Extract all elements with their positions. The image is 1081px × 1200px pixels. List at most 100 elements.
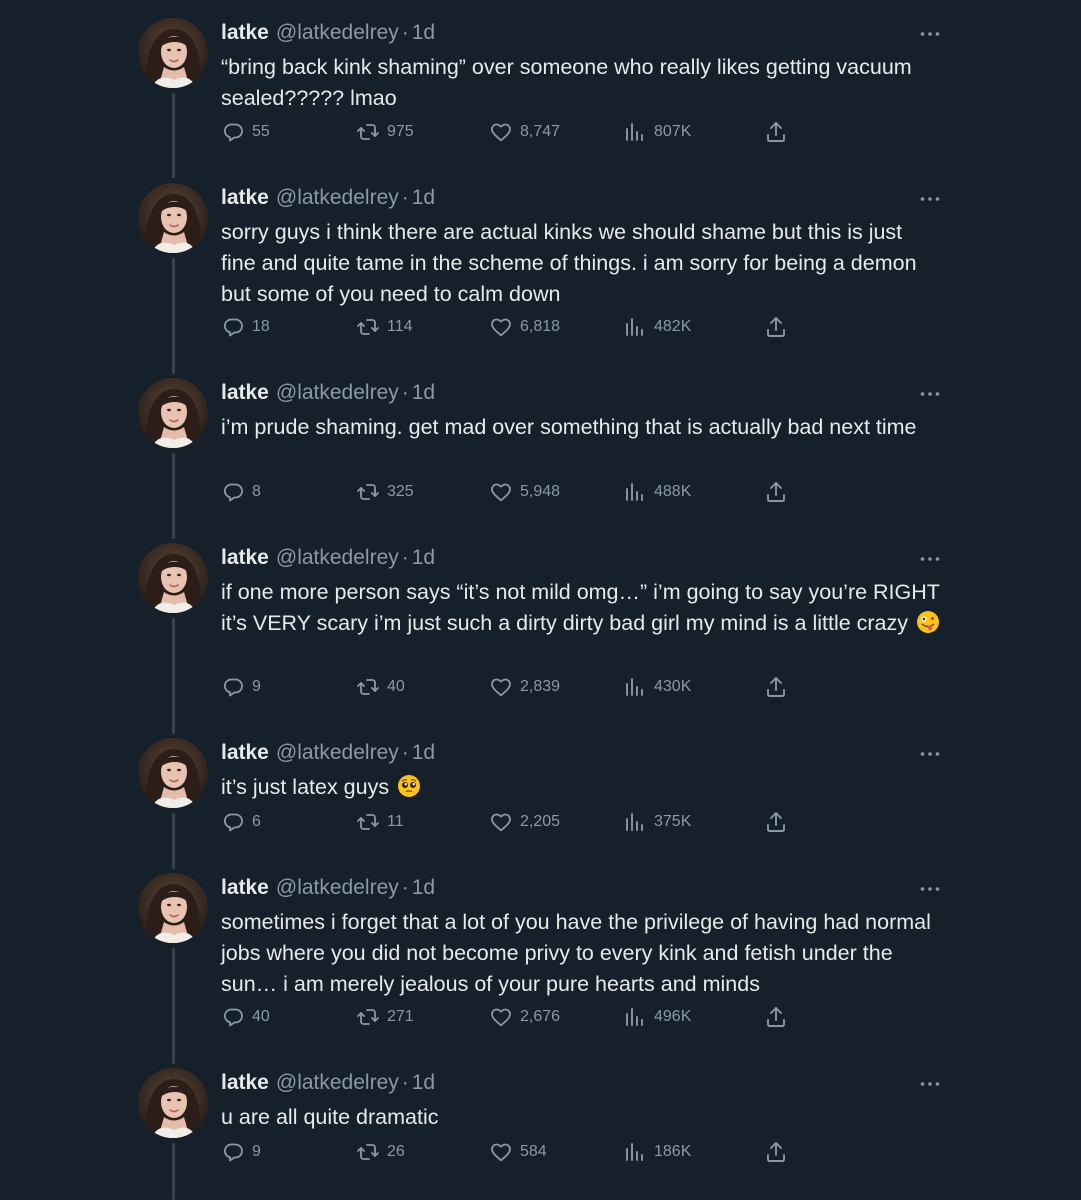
timestamp[interactable]: 1d [412,741,435,765]
action-bar: 9 26 584 186K [221,1139,801,1165]
reply-count: 9 [252,678,261,695]
display-name[interactable]: latke [221,1071,269,1095]
views-button[interactable]: 430K [623,674,691,700]
timestamp[interactable]: 1d [412,21,435,45]
retweet-button[interactable]: 114 [356,314,413,340]
display-name[interactable]: latke [221,876,269,900]
like-button[interactable]: 2,676 [489,1004,560,1030]
separator-dot: · [401,21,409,44]
action-bar: 9 40 2,839 430K [221,674,801,700]
timestamp[interactable]: 1d [412,381,435,405]
action-bar: 6 11 2,205 375K [221,809,801,835]
like-button[interactable]: 6,818 [489,314,560,340]
reply-button[interactable]: 6 [221,809,261,835]
reply-icon [224,123,243,142]
avatar[interactable] [138,378,208,448]
retweet-count: 325 [387,483,414,500]
avatar[interactable] [138,183,208,253]
user-handle[interactable]: @latkedelrey [276,381,399,405]
timestamp[interactable]: 1d [412,876,435,900]
more-icon[interactable] [918,384,942,404]
views-button[interactable]: 496K [623,1004,691,1030]
tweet-header: latke @latkedelrey · 1d [221,543,435,573]
reply-button[interactable]: 8 [221,479,261,505]
views-icon [626,318,643,336]
like-button[interactable]: 5,948 [489,479,560,505]
avatar[interactable] [138,543,208,613]
like-button[interactable]: 8,747 [489,119,560,145]
retweet-button[interactable]: 975 [356,119,414,145]
display-name[interactable]: latke [221,741,269,765]
share-button[interactable] [764,674,788,700]
more-icon[interactable] [918,24,942,44]
tweet-thread: latke @latkedelrey · 1d “bring back kink… [0,0,1081,1200]
user-handle[interactable]: @latkedelrey [276,1071,399,1095]
like-button[interactable]: 2,205 [489,809,560,835]
display-name[interactable]: latke [221,186,269,210]
reply-button[interactable]: 18 [221,314,270,340]
more-icon[interactable] [918,549,942,569]
heart-icon [491,678,511,697]
views-button[interactable]: 482K [623,314,691,340]
display-name[interactable]: latke [221,381,269,405]
share-icon [767,482,785,502]
like-count: 2,205 [520,813,561,830]
retweet-button[interactable]: 271 [356,1004,414,1030]
share-button[interactable] [764,479,788,505]
avatar[interactable] [138,1068,208,1138]
views-button[interactable]: 186K [623,1139,691,1165]
share-button[interactable] [764,314,788,340]
avatar[interactable] [138,738,208,808]
action-bar: 40 271 2,676 496K [221,1004,801,1030]
reply-icon [224,483,243,502]
timestamp[interactable]: 1d [412,1071,435,1095]
retweet-count: 114 [387,318,413,335]
avatar[interactable] [138,18,208,88]
like-count: 2,676 [520,1008,561,1025]
views-button[interactable]: 488K [623,479,691,505]
like-button[interactable]: 2,839 [489,674,560,700]
thread-connector [172,93,175,178]
reply-count: 18 [252,318,270,335]
avatar[interactable] [138,873,208,943]
user-handle[interactable]: @latkedelrey [276,876,399,900]
views-button[interactable]: 807K [623,119,691,145]
reply-button[interactable]: 9 [221,1139,261,1165]
like-count: 2,839 [520,678,561,695]
retweet-button[interactable]: 11 [356,809,404,835]
heart-icon [491,483,511,502]
more-icon[interactable] [918,189,942,209]
more-icon[interactable] [918,744,942,764]
user-handle[interactable]: @latkedelrey [276,186,399,210]
timestamp[interactable]: 1d [412,186,435,210]
more-icon[interactable] [918,879,942,899]
tweet-text-content: sorry guys i think there are actual kink… [221,220,917,306]
retweet-icon [357,679,379,695]
reply-button[interactable]: 40 [221,1004,270,1030]
share-button[interactable] [764,1004,788,1030]
reply-button[interactable]: 55 [221,119,270,145]
views-icon [626,813,643,831]
separator-dot: · [401,546,409,569]
share-button[interactable] [764,1139,788,1165]
heart-icon [491,123,511,142]
share-button[interactable] [764,809,788,835]
user-handle[interactable]: @latkedelrey [276,21,399,45]
heart-icon [491,813,511,832]
reply-button[interactable]: 9 [221,674,261,700]
more-icon[interactable] [918,1074,942,1094]
retweet-button[interactable]: 325 [356,479,414,505]
timestamp[interactable]: 1d [412,546,435,570]
user-handle[interactable]: @latkedelrey [276,741,399,765]
retweet-button[interactable]: 26 [356,1139,405,1165]
retweet-icon [357,319,379,335]
display-name[interactable]: latke [221,21,269,45]
share-button[interactable] [764,119,788,145]
display-name[interactable]: latke [221,546,269,570]
views-button[interactable]: 375K [623,809,691,835]
retweet-count: 11 [387,813,404,830]
like-button[interactable]: 584 [489,1139,547,1165]
retweet-button[interactable]: 40 [356,674,405,700]
user-handle[interactable]: @latkedelrey [276,546,399,570]
separator-dot: · [401,741,409,764]
